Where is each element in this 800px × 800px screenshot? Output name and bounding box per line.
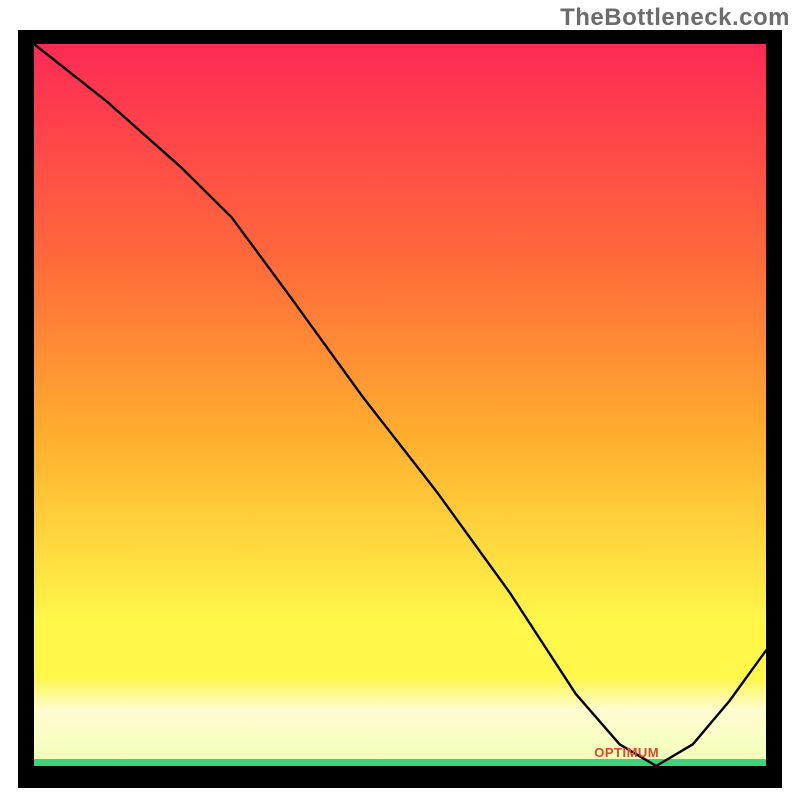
bottleneck-curve [34,44,766,766]
plot-area: OPTIMUM [34,44,766,766]
watermark-text: TheBottleneck.com [560,4,790,32]
chart-stage: TheBottleneck.com OPTIMUM [0,0,800,800]
optimum-label: OPTIMUM [594,745,659,760]
